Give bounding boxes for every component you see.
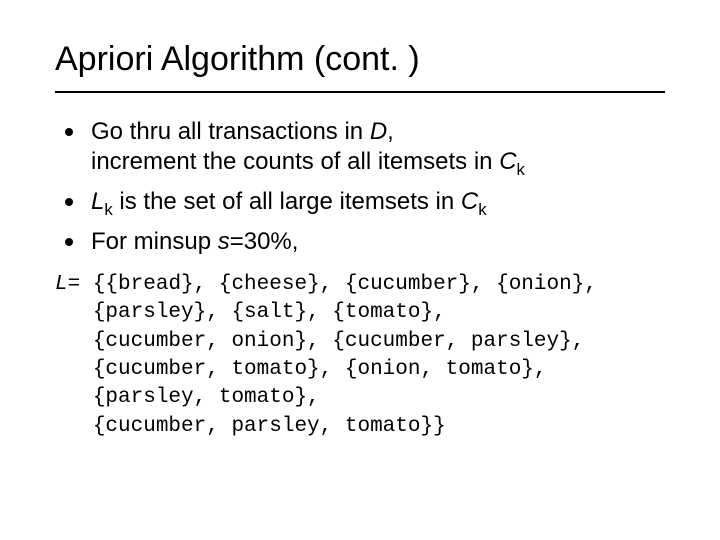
bullet-3-s: s xyxy=(218,228,230,255)
bullet-1-text-a: Go thru all transactions in xyxy=(91,118,370,145)
mono-line-1: {{bread}, {cheese}, {cucumber}, {onion}, xyxy=(93,273,597,296)
slide-title: Apriori Algorithm (cont. ) xyxy=(55,40,665,79)
bullet-list: Go thru all transactions in D, increment… xyxy=(55,117,665,257)
bullet-1-line2-a: increment the counts of all itemsets in xyxy=(91,148,499,175)
mono-line-5: {parsley, tomato}, xyxy=(80,386,319,409)
bullet-1: Go thru all transactions in D, increment… xyxy=(55,117,665,177)
mono-L: L xyxy=(55,273,68,296)
mono-line-4: {cucumber, tomato}, {onion, tomato}, xyxy=(80,358,546,381)
mono-line-2: {parsley}, {salt}, {tomato}, xyxy=(80,301,445,324)
title-underline xyxy=(55,91,665,93)
bullet-1-D: D xyxy=(370,118,387,145)
bullet-1-Ck-sub: k xyxy=(517,160,525,179)
slide: Apriori Algorithm (cont. ) Go thru all t… xyxy=(0,0,720,540)
bullet-1-C: C xyxy=(499,148,516,175)
bullet-3: For minsup s=30%, xyxy=(55,227,665,257)
bullet-3-pre: For minsup xyxy=(91,228,218,255)
bullet-2-C: C xyxy=(461,188,478,215)
bullet-2: Lk is the set of all large itemsets in C… xyxy=(55,187,665,217)
bullet-2-L: L xyxy=(91,188,104,215)
mono-line-3: {cucumber, onion}, {cucumber, parsley}, xyxy=(80,330,584,353)
bullet-1-comma: , xyxy=(387,118,394,145)
mono-line-6: {cucumber, parsley, tomato}} xyxy=(80,415,445,438)
bullet-2-mid: is the set of all large itemsets in xyxy=(113,188,461,215)
mono-eq: = xyxy=(68,273,93,296)
bullet-3-post: =30%, xyxy=(230,228,299,255)
bullet-2-Ck-sub: k xyxy=(478,200,486,219)
itemsets-block: L= {{bread}, {cheese}, {cucumber}, {onio… xyxy=(55,271,665,441)
bullet-2-Lk-sub: k xyxy=(104,200,112,219)
